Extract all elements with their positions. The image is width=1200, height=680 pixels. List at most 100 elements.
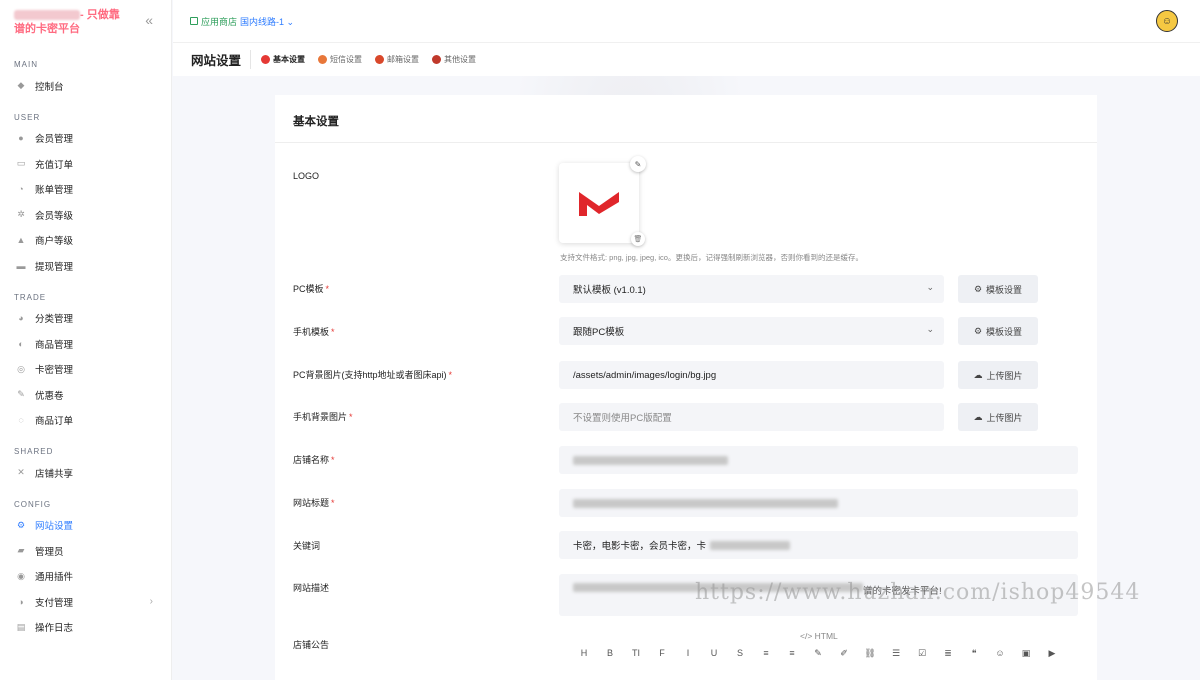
sidebar-item-label: 分类管理 [35,314,74,326]
pc-template-settings-button[interactable]: ⚙ 模板设置 [958,275,1038,303]
keywords-label: 关键词 [293,541,321,551]
editor-tool-9[interactable]: ✎ [805,648,831,659]
pc-template-label: PC模板 * [293,284,330,294]
chevron-down-icon: ⌄ [926,324,934,334]
editor-tool-7[interactable]: ≡ [753,648,779,659]
sidebar-item-1-5[interactable]: ▬ 提现管理 [0,253,171,279]
section-main: MAIN [14,60,38,69]
card-title: 基本设置 [275,95,1097,143]
sidebar-item-4-1[interactable]: ▰ 管理员 [0,538,171,564]
sidebar-item-label: 控制台 [35,81,64,93]
sidebar-item-label: 店铺共享 [35,468,74,480]
user-icon: ● [18,133,24,144]
editor-tool-4[interactable]: I [675,648,701,659]
sidebar-item-2-1[interactable]: ◐ 商品管理 [0,331,171,357]
sidebar-item-label: 会员管理 [35,134,74,146]
mobile-bg-label: 手机背景图片 * [293,412,353,422]
sidebar-item-2-4[interactable]: ◌ 商品订单 [0,408,171,434]
logo-label: LOGO [293,171,320,181]
sidebar-item-1-4[interactable]: ▲ 商户等级 [0,228,171,254]
editor-tool-13[interactable]: ☑ [909,648,935,659]
sidebar-item-1-2[interactable]: ◔ 账单管理 [0,177,171,203]
sidebar-item-3-0[interactable]: ✕ 店铺共享 [0,460,171,486]
mobile-template-select[interactable]: 跟随PC模板 ⌄ [559,317,944,345]
log-icon: ▤ [16,621,26,632]
editor-tool-2[interactable]: TI [623,648,649,659]
keywords-input[interactable]: 卡密，电影卡密，会员卡密，卡 [559,531,1078,559]
brand[interactable]: - 只做靠谱的卡密平台 « [0,0,171,44]
tab-0[interactable]: 基本设置 [261,54,305,65]
tab-2[interactable]: 邮箱设置 [375,54,419,65]
editor-tool-12[interactable]: ☰ [883,648,909,659]
cloud-upload-icon: ☁ [973,411,983,422]
page-header: 网站设置 基本设置 短信设置 邮箱设置 其他设置 [173,42,1200,76]
sidebar-item-4-0[interactable]: ⚙ 网站设置 [0,513,171,539]
editor-tool-5[interactable]: U [701,648,727,659]
sidebar-item-label: 通用插件 [35,572,74,584]
sidebar-item-1-3[interactable]: ✲ 会员等级 [0,202,171,228]
edit-logo-icon[interactable]: ✎ [630,156,646,172]
tab-3[interactable]: 其他设置 [432,54,476,65]
dashboard-icon: ◆ [17,80,25,91]
sidebar-item-1-0[interactable]: ● 会员管理 [0,126,171,152]
pc-bg-input[interactable]: /assets/admin/images/login/bg.jpg [559,361,944,389]
editor-tool-6[interactable]: S [727,648,753,659]
share-icon: ✕ [17,467,25,478]
sidebar: - 只做靠谱的卡密平台 « MAIN ◆ 控制台 USER ● 会员管理 ▭ 充值订单 ◔ 账单管… [0,0,172,680]
sidebar-item-0-0[interactable]: ◆ 控制台 [0,73,171,99]
site-title-input[interactable] [559,489,1078,517]
logo-preview[interactable] [559,163,639,243]
html-mode-button[interactable]: </> HTML [800,631,838,641]
mobile-template-settings-button[interactable]: ⚙ 模板设置 [958,317,1038,345]
editor-tool-1[interactable]: B [597,648,623,659]
mobile-bg-input[interactable]: 不设置则使用PC版配置 [559,403,944,431]
pc-bg-upload-button[interactable]: ☁ 上传图片 [958,361,1038,389]
app-store-link[interactable]: 应用商店 [190,15,237,28]
plugin-icon: ◉ [17,570,25,581]
editor-tool-0[interactable]: H [571,648,597,659]
editor-tool-8[interactable]: ≡ [779,648,805,659]
logo-m-icon [579,192,619,216]
sidebar-item-1-1[interactable]: ▭ 充值订单 [0,151,171,177]
shop-name-input[interactable] [559,446,1078,474]
sidebar-item-4-2[interactable]: ◉ 通用插件 [0,564,171,590]
editor-tool-3[interactable]: F [649,648,675,659]
settings-tabs: 基本设置 短信设置 邮箱设置 其他设置 [261,54,489,65]
pc-bg-label: PC背景图片(支持http地址或者图床api) * [293,370,453,380]
tab-label: 其他设置 [444,55,477,64]
sidebar-item-4-3[interactable]: ◑ 支付管理 › [0,589,171,615]
notice-label: 店铺公告 [293,640,330,650]
route-select[interactable]: 国内线路-1 ⌄ [240,15,294,28]
avatar[interactable]: ☺ [1156,10,1178,32]
delete-logo-icon[interactable]: 🗑 [631,232,645,246]
order-icon: ◌ [18,415,24,426]
section-user: USER [14,112,41,122]
sidebar-item-4-4[interactable]: ▤ 操作日志 [0,615,171,641]
editor-tool-18[interactable]: ▶ [1039,648,1065,659]
goods-icon: ◐ [18,338,24,349]
mobile-bg-upload-button[interactable]: ☁ 上传图片 [958,403,1038,431]
logo-hint: 支持文件格式: png, jpg, jpeg, ico。更换后，记得强制刷新浏览… [560,253,863,262]
sidebar-item-label: 网站设置 [35,521,74,533]
sidebar-item-2-3[interactable]: ✎ 优惠卷 [0,382,171,408]
coupon-icon: ✎ [17,389,25,400]
sidebar-nav: MAIN ◆ 控制台 USER ● 会员管理 ▭ 充值订单 ◔ 账单管理 ✲ 会员等级 ▲ 商户等级 ▬ 提现… [0,44,171,640]
page-title: 网站设置 [191,50,252,69]
sidebar-item-2-0[interactable]: ◕ 分类管理 [0,306,171,332]
editor-tool-16[interactable]: ☺ [987,648,1013,659]
editor-tool-15[interactable]: ❝ [961,648,987,659]
chevron-right-icon: › [149,596,153,608]
app-store-icon [190,17,198,25]
tab-label: 邮箱设置 [387,55,420,64]
pc-template-select[interactable]: 默认模板 (v1.0.1) ⌄ [559,275,944,303]
sidebar-item-2-2[interactable]: ◎ 卡密管理 [0,357,171,383]
sidebar-item-label: 优惠卷 [35,390,64,402]
collapse-sidebar-icon[interactable]: « [145,12,153,28]
editor-tool-17[interactable]: ▣ [1013,648,1039,659]
editor-tool-14[interactable]: ≣ [935,648,961,659]
editor-tool-11[interactable]: ⛓ [857,648,883,659]
tab-label: 基本设置 [273,55,306,64]
merchant-icon: ▲ [16,235,26,246]
editor-tool-10[interactable]: ✐ [831,648,857,659]
tab-1[interactable]: 短信设置 [318,54,362,65]
